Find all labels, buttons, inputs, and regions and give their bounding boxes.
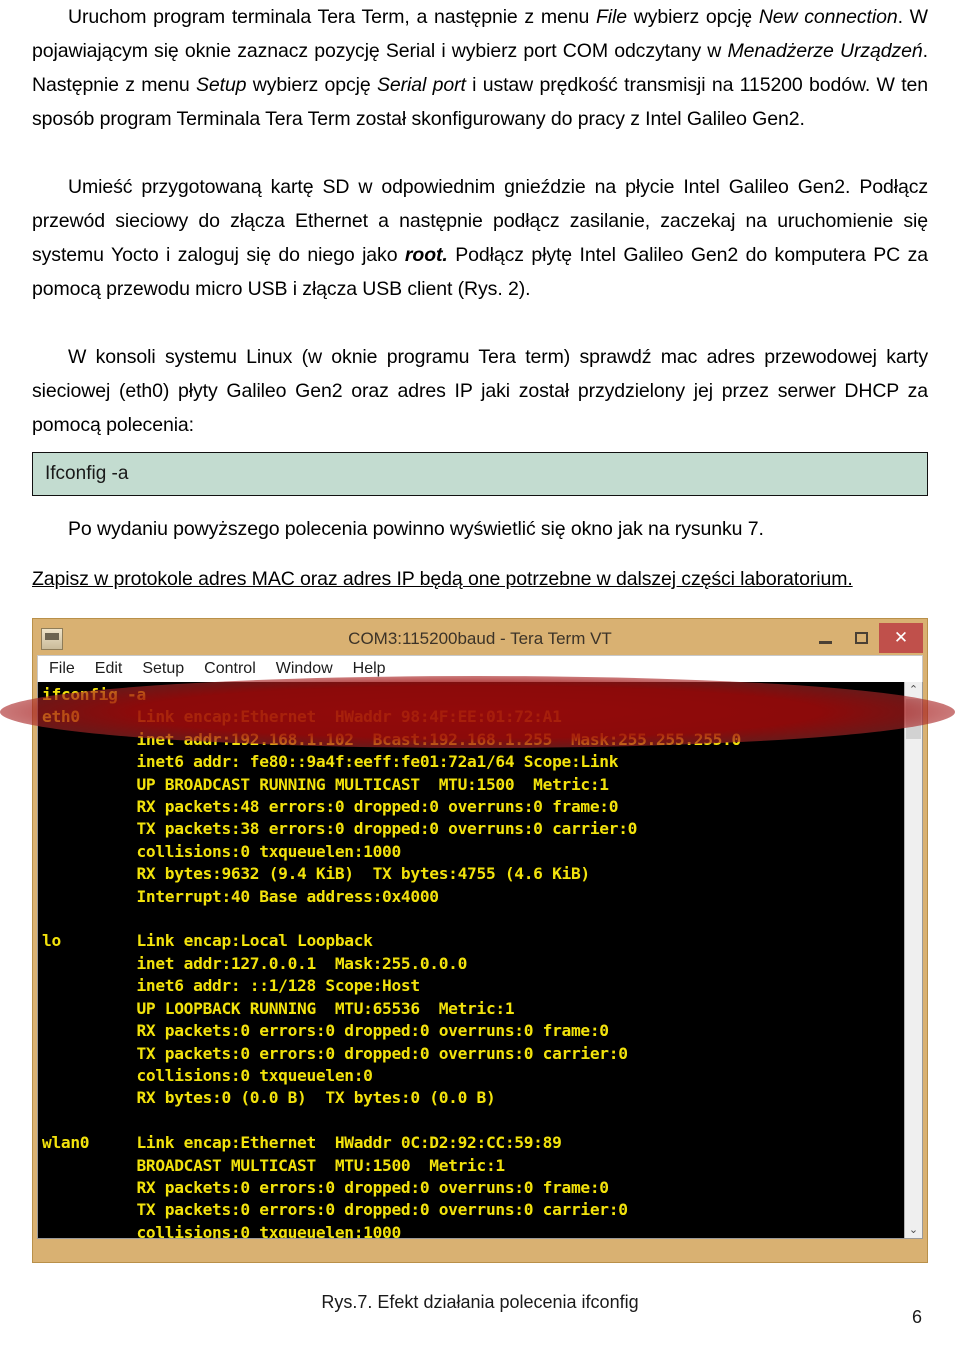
terminal-line: TX packets:38 errors:0 dropped:0 overrun… xyxy=(42,819,638,839)
p2-run-1: root. xyxy=(404,244,448,266)
terminal-line: collisions:0 txqueuelen:1000 xyxy=(42,1222,401,1238)
terminal-line: UP LOOPBACK RUNNING MTU:65536 Metric:1 xyxy=(42,998,515,1018)
p1-run-2: wybierz opcję xyxy=(627,6,759,28)
terminal-scrollbar[interactable]: ⌃ ⌄ xyxy=(904,682,922,1238)
terminal-line: RX packets:48 errors:0 dropped:0 overrun… xyxy=(42,797,619,817)
terminal-line: inet addr:192.168.1.102 Bcast:192.168.1.… xyxy=(42,729,741,749)
terminal-line: TX packets:0 errors:0 dropped:0 overruns… xyxy=(42,1200,628,1220)
maximize-icon[interactable] xyxy=(843,623,879,653)
p1-run-9: Serial port xyxy=(376,74,466,96)
terminal-line: RX bytes:0 (0.0 B) TX bytes:0 (0.0 B) xyxy=(42,1088,496,1108)
terminal-screen-area: ifconfig -a eth0 Link encap:Ethernet HWad… xyxy=(37,682,923,1239)
terminal-line: BROADCAST MULTICAST MTU:1500 Metric:1 xyxy=(42,1155,505,1175)
scroll-down-arrow-icon[interactable]: ⌄ xyxy=(909,1222,918,1238)
window-title: COM3:115200baud - Tera Term VT xyxy=(348,629,612,648)
window-menubar: File Edit Setup Control Window Help xyxy=(37,655,923,682)
p4-run-0: Po wydaniu powyższego polecenia powinno … xyxy=(68,518,764,540)
menu-item-setup[interactable]: Setup xyxy=(139,660,187,678)
terminal-line: ifconfig -a xyxy=(42,685,146,704)
close-icon[interactable]: ✕ xyxy=(879,623,923,653)
p1-run-8: wybierz opcję xyxy=(246,74,377,96)
paragraph-4: Po wydaniu powyższego polecenia powinno … xyxy=(32,512,928,546)
page-number: 6 xyxy=(911,1307,922,1327)
p1-run-5: Menadżerze Urządzeń xyxy=(727,40,923,62)
terminal-line: lo Link encap:Local Loopback xyxy=(42,931,373,951)
document-page: Uruchom program terminala Tera Term, a n… xyxy=(0,0,960,1346)
p1-run-0: Uruchom program terminala Tera Term, a n… xyxy=(68,6,596,28)
window-titlebar: COM3:115200baud - Tera Term VT ✕ xyxy=(37,623,923,655)
terminal-output[interactable]: ifconfig -a eth0 Link encap:Ethernet HWad… xyxy=(38,682,904,1238)
tera-term-window: COM3:115200baud - Tera Term VT ✕ File Ed… xyxy=(32,618,928,1263)
paragraph-5-note: Zapisz w protokole adres MAC oraz adres … xyxy=(32,562,928,596)
terminal-line: RX bytes:9632 (9.4 KiB) TX bytes:4755 (4… xyxy=(42,864,590,884)
menu-item-help[interactable]: Help xyxy=(350,660,389,678)
paragraph-3: W konsoli systemu Linux (w oknie program… xyxy=(32,340,928,442)
p3-run-0: W konsoli systemu Linux (w oknie program… xyxy=(32,346,928,436)
terminal-line: inet addr:127.0.0.1 Mask:255.0.0.0 xyxy=(42,953,468,973)
p1-run-7: Setup xyxy=(195,74,247,96)
window-controls: ✕ xyxy=(807,623,923,653)
scrollbar-thumb[interactable] xyxy=(906,699,921,739)
menu-item-edit[interactable]: Edit xyxy=(92,660,126,678)
terminal-line: inet6 addr: ::1/128 Scope:Host xyxy=(42,976,420,996)
menu-item-file[interactable]: File xyxy=(46,660,78,678)
p5-run-0: Zapisz w protokole adres MAC oraz adres … xyxy=(32,568,853,590)
terminal-line: TX packets:0 errors:0 dropped:0 overruns… xyxy=(42,1043,628,1063)
code-block: Ifconfig -a xyxy=(32,452,928,496)
terminal-line: RX packets:0 errors:0 dropped:0 overruns… xyxy=(42,1021,609,1041)
terminal-line: RX packets:0 errors:0 dropped:0 overruns… xyxy=(42,1177,609,1197)
terminal-line: Interrupt:40 Base address:0x4000 xyxy=(42,886,439,906)
p1-run-1: File xyxy=(595,6,628,28)
menu-item-window[interactable]: Window xyxy=(273,660,336,678)
menu-item-control[interactable]: Control xyxy=(201,660,259,678)
terminal-line: eth0 Link encap:Ethernet HWaddr 98:4F:EE… xyxy=(42,707,562,727)
terminal-line: UP BROADCAST RUNNING MULTICAST MTU:1500 … xyxy=(42,774,609,794)
paragraph-2: Umieść przygotowaną kartę SD w odpowiedn… xyxy=(32,170,928,306)
figure-tera-term-screenshot: COM3:115200baud - Tera Term VT ✕ File Ed… xyxy=(0,618,955,1266)
p1-run-3: New connection xyxy=(758,6,898,28)
minimize-icon[interactable] xyxy=(807,623,843,653)
code-block-text: Ifconfig -a xyxy=(45,463,129,484)
terminal-line: collisions:0 txqueuelen:0 xyxy=(42,1065,373,1085)
figure-caption: Rys.7. Efekt działania polecenia ifconfi… xyxy=(321,1292,639,1312)
terminal-line: inet6 addr: fe80::9a4f:eeff:fe01:72a1/64… xyxy=(42,752,619,772)
terminal-line: wlan0 Link encap:Ethernet HWaddr 0C:D2:9… xyxy=(42,1133,562,1153)
paragraph-1: Uruchom program terminala Tera Term, a n… xyxy=(32,0,928,136)
terminal-line: collisions:0 txqueuelen:1000 xyxy=(42,841,401,861)
scroll-up-arrow-icon[interactable]: ⌃ xyxy=(909,682,918,698)
